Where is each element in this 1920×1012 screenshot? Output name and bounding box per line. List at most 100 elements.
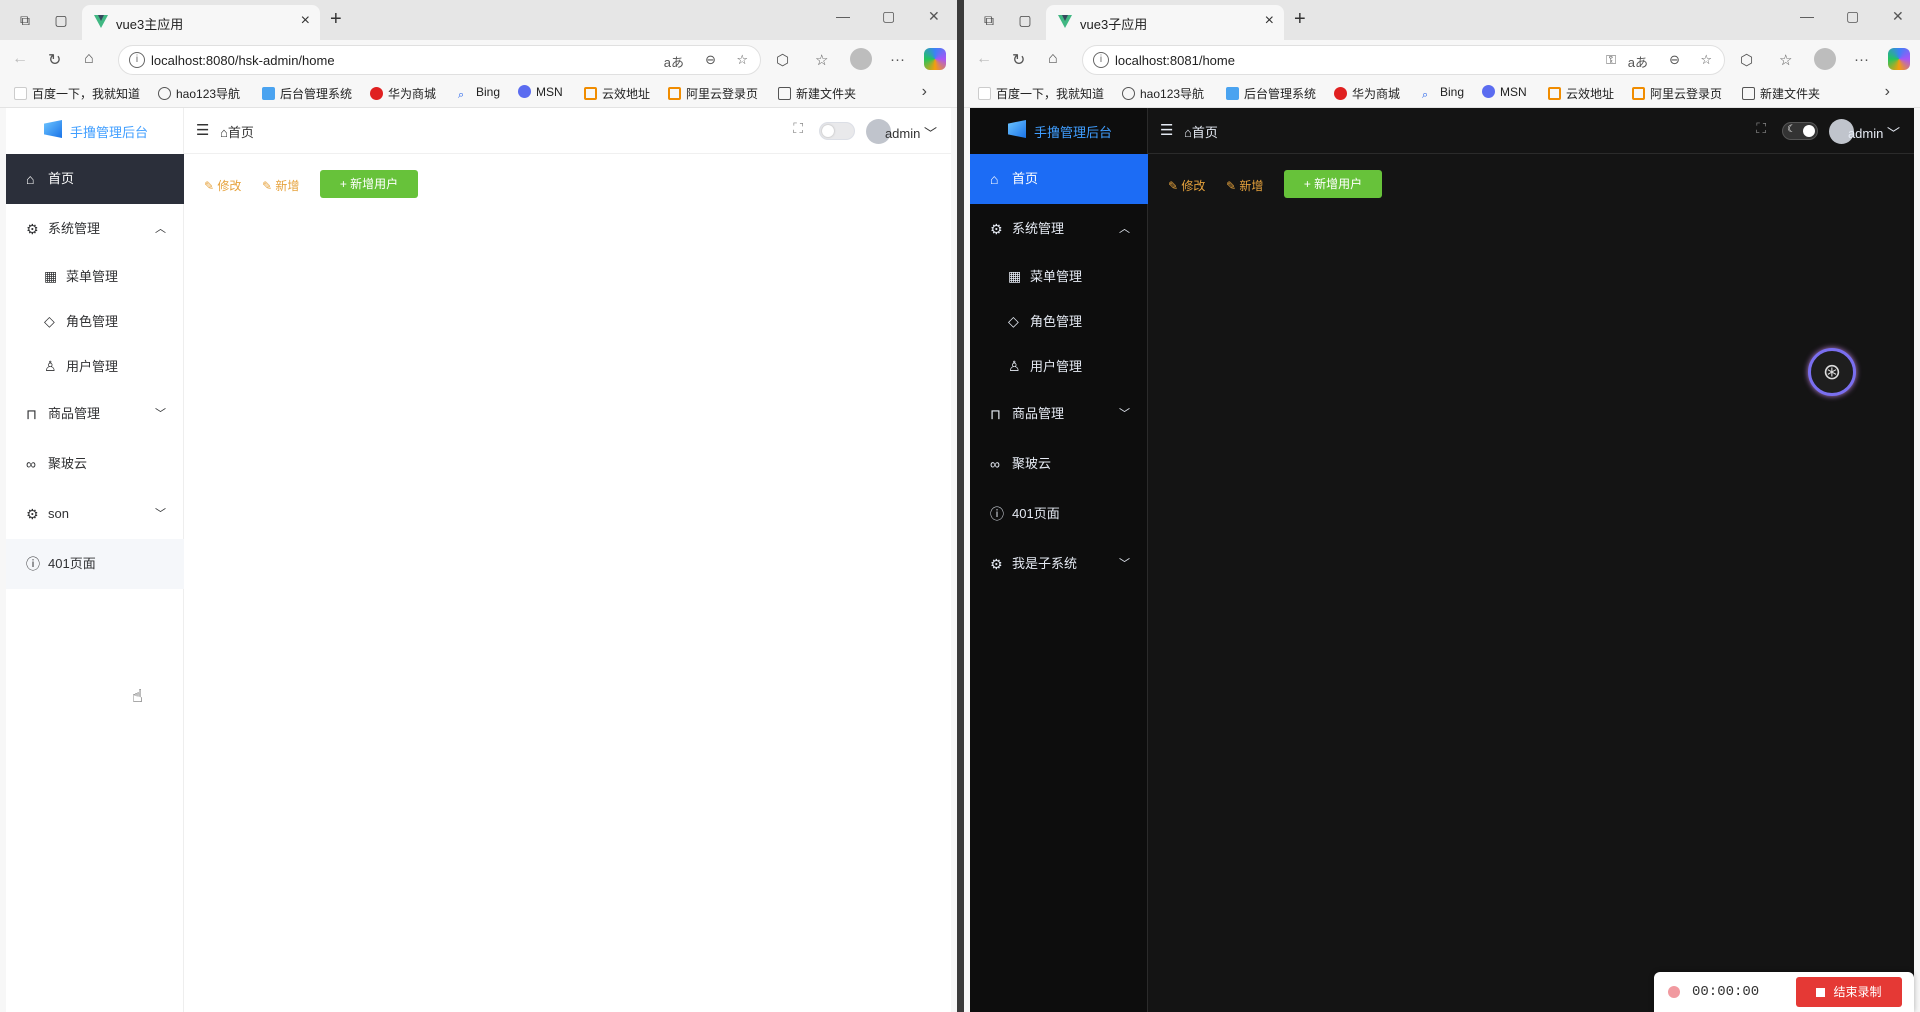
menu-item-jupo[interactable]: ∞ 聚玻云 — [6, 439, 184, 489]
profile-avatar[interactable] — [850, 48, 872, 70]
more-icon[interactable]: ··· — [1854, 51, 1869, 68]
bookmark-folder[interactable]: 新建文件夹 — [778, 85, 856, 102]
menu-item-subsystem[interactable]: ⚙ 我是子系统 ﹀ — [970, 539, 1148, 589]
more-icon[interactable]: ··· — [890, 51, 905, 68]
bookmark-item[interactable]: hao123导航 — [1122, 85, 1204, 102]
menu-item-role-management[interactable]: ◇ 角色管理 — [970, 299, 1148, 344]
favorite-star-icon[interactable]: ☆ — [736, 52, 748, 68]
add-user-button[interactable]: + 新增用户 — [1284, 170, 1382, 198]
tab-actions-icon[interactable]: ▢ — [52, 12, 70, 28]
new-tab-icon[interactable]: + — [1294, 8, 1306, 31]
menu-item-menu-management[interactable]: ▦ 菜单管理 — [6, 254, 184, 299]
copilot-icon[interactable] — [1888, 48, 1910, 70]
favorites-icon[interactable]: ☆ — [1779, 51, 1792, 69]
workspaces-icon[interactable]: ⧉ — [980, 12, 998, 28]
menu-item-system[interactable]: ⚙ 系统管理 ︿ — [970, 204, 1148, 254]
new-tab-icon[interactable]: + — [330, 8, 342, 31]
back-icon[interactable]: ← — [976, 50, 992, 68]
menu-item-home[interactable]: ⌂ 首页 — [970, 154, 1148, 204]
close-window-icon[interactable]: ✕ — [1892, 8, 1904, 25]
profile-avatar[interactable] — [1814, 48, 1836, 70]
user-menu[interactable]: admin ﹀ — [1848, 123, 1900, 142]
home-icon[interactable]: ⌂ — [1048, 50, 1058, 68]
workspaces-icon[interactable]: ⧉ — [16, 12, 34, 28]
floating-assistant-icon[interactable]: ⊛ — [1808, 348, 1856, 396]
back-icon[interactable]: ← — [12, 50, 28, 68]
menu-item-401[interactable]: ⓘ 401页面 — [970, 489, 1148, 539]
bookmark-item[interactable]: 华为商城 — [1334, 85, 1400, 102]
key-icon[interactable]: ⚿ — [1606, 52, 1616, 68]
minimize-icon[interactable]: — — [1800, 8, 1814, 24]
app-logo[interactable]: 手撸管理后台 — [970, 108, 1148, 154]
bookmark-item[interactable]: hao123导航 — [158, 85, 240, 102]
stop-recording-button[interactable]: 结束录制 — [1796, 977, 1902, 1007]
edit-link[interactable]: ✎ 修改 — [204, 177, 241, 194]
bookmarks-more-icon[interactable]: › — [1885, 83, 1890, 101]
bookmark-item[interactable]: 云效地址 — [1548, 85, 1614, 102]
address-bar[interactable]: i localhost:8081/home ⚿ aあ ⊖ ☆ — [1082, 45, 1725, 75]
bookmark-item[interactable]: 百度一下，我就知道 — [978, 85, 1104, 102]
bookmark-item[interactable]: 阿里云登录页 — [1632, 85, 1722, 102]
user-menu[interactable]: admin ﹀ — [885, 123, 937, 142]
menu-item-goods[interactable]: ⊓ 商品管理 ﹀ — [6, 389, 184, 439]
site-info-icon[interactable]: i — [129, 52, 145, 68]
tab-sub-app[interactable]: vue3子应用 × — [1046, 5, 1284, 40]
menu-item-home[interactable]: ⌂ 首页 — [6, 154, 184, 204]
maximize-icon[interactable]: ▢ — [882, 8, 895, 25]
add-user-button[interactable]: + 新增用户 — [320, 170, 418, 198]
zoom-icon[interactable]: ⊖ — [1669, 52, 1680, 68]
tab-main-app[interactable]: vue3主应用 × — [82, 5, 320, 40]
bookmark-folder[interactable]: 新建文件夹 — [1742, 85, 1820, 102]
minimize-icon[interactable]: — — [836, 8, 850, 24]
favorite-star-icon[interactable]: ☆ — [1700, 52, 1712, 68]
extensions-icon[interactable]: ⬡ — [1740, 51, 1753, 69]
copilot-icon[interactable] — [924, 48, 946, 70]
close-window-icon[interactable]: ✕ — [928, 8, 940, 25]
address-bar[interactable]: i localhost:8080/hsk-admin/home aあ ⊖ ☆ — [118, 45, 761, 75]
menu-item-jupo[interactable]: ∞ 聚玻云 — [970, 439, 1148, 489]
refresh-icon[interactable]: ↻ — [1012, 50, 1025, 70]
close-tab-icon[interactable]: × — [301, 12, 310, 30]
tab-actions-icon[interactable]: ▢ — [1016, 12, 1034, 28]
bookmark-item[interactable]: MSN — [1482, 85, 1527, 99]
menu-item-401[interactable]: ⓘ 401页面 — [6, 539, 184, 589]
close-tab-icon[interactable]: × — [1265, 12, 1274, 30]
site-info-icon[interactable]: i — [1093, 52, 1109, 68]
menu-item-user-management[interactable]: ♙ 用户管理 — [970, 344, 1148, 389]
menu-item-menu-management[interactable]: ▦ 菜单管理 — [970, 254, 1148, 299]
bookmark-item[interactable]: 阿里云登录页 — [668, 85, 758, 102]
read-aloud-icon[interactable]: aあ — [664, 52, 684, 71]
menu-item-role-management[interactable]: ◇ 角色管理 — [6, 299, 184, 344]
maximize-icon[interactable]: ▢ — [1846, 8, 1859, 25]
add-link[interactable]: ✎ 新增 — [262, 177, 299, 194]
bookmarks-more-icon[interactable]: › — [922, 83, 927, 101]
menu-item-system[interactable]: ⚙ 系统管理 ︿ — [6, 204, 184, 254]
bookmark-item[interactable]: 华为商城 — [370, 85, 436, 102]
hamburger-icon[interactable]: ☰ — [1160, 121, 1173, 139]
bookmark-item[interactable]: 后台管理系统 — [1226, 85, 1316, 102]
refresh-icon[interactable]: ↻ — [48, 50, 61, 70]
extensions-icon[interactable]: ⬡ — [776, 51, 789, 69]
bookmark-item[interactable]: 后台管理系统 — [262, 85, 352, 102]
bookmark-item[interactable]: ⌕ Bing — [458, 85, 500, 102]
theme-toggle[interactable]: ☾ — [1782, 122, 1818, 140]
breadcrumb[interactable]: ⌂首页 — [1184, 122, 1218, 141]
theme-toggle[interactable] — [819, 122, 855, 140]
add-link[interactable]: ✎ 新增 — [1226, 177, 1263, 194]
bookmark-item[interactable]: ⌕ Bing — [1422, 85, 1464, 102]
breadcrumb[interactable]: ⌂首页 — [220, 122, 254, 141]
bookmark-item[interactable]: 百度一下，我就知道 — [14, 85, 140, 102]
bookmark-item[interactable]: MSN — [518, 85, 563, 99]
hamburger-icon[interactable]: ☰ — [196, 121, 209, 139]
zoom-icon[interactable]: ⊖ — [705, 52, 716, 68]
home-icon[interactable]: ⌂ — [84, 50, 94, 68]
fullscreen-icon[interactable]: ⛶ — [1756, 120, 1766, 137]
edit-link[interactable]: ✎ 修改 — [1168, 177, 1205, 194]
read-aloud-icon[interactable]: aあ — [1628, 52, 1648, 71]
app-logo[interactable]: 手撸管理后台 — [6, 108, 184, 154]
favorites-icon[interactable]: ☆ — [815, 51, 828, 69]
menu-item-son[interactable]: ⚙ son ﹀ — [6, 489, 184, 539]
menu-item-user-management[interactable]: ♙ 用户管理 — [6, 344, 184, 389]
fullscreen-icon[interactable]: ⛶ — [793, 120, 803, 137]
menu-item-goods[interactable]: ⊓ 商品管理 ﹀ — [970, 389, 1148, 439]
